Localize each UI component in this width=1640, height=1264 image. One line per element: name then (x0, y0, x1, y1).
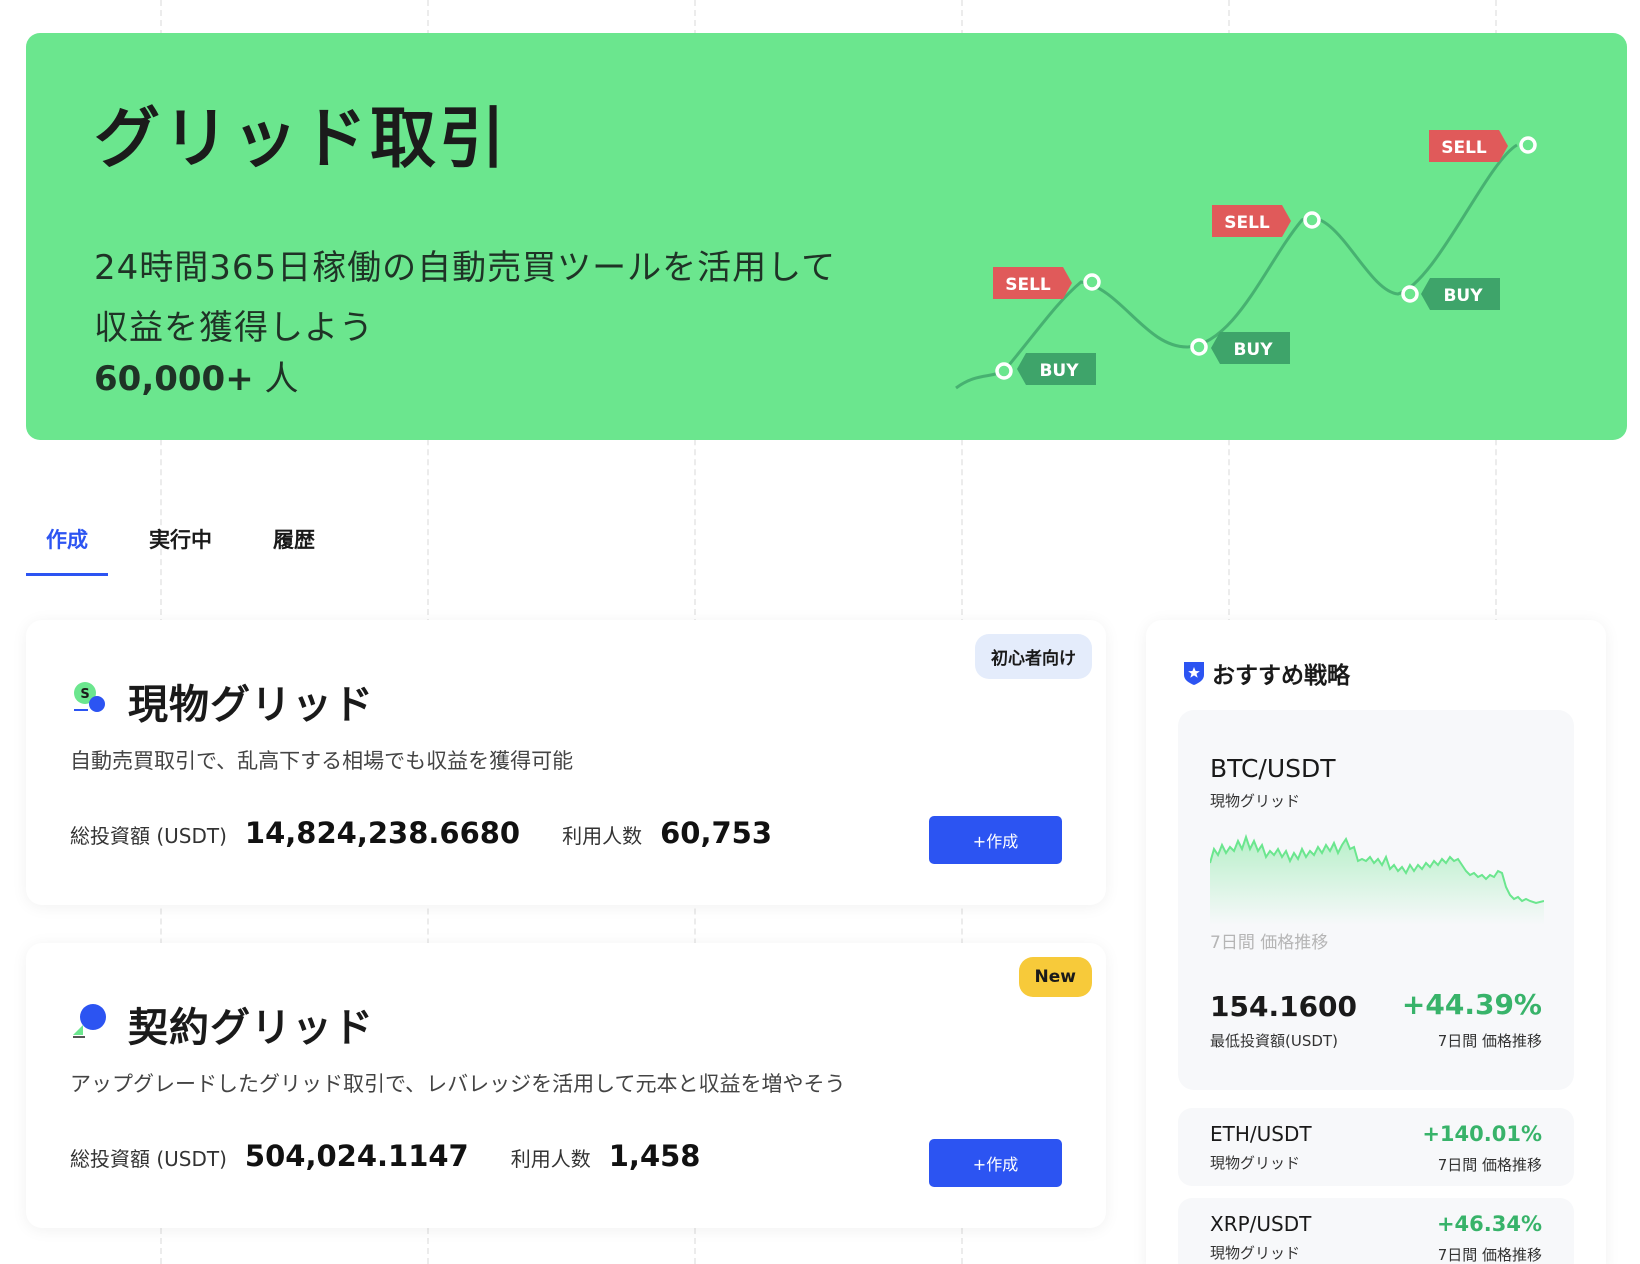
futures-grid-icon (73, 1004, 106, 1038)
buy-tag-label: BUY (1443, 286, 1483, 306)
strategy-item-xrp[interactable]: XRP/USDT 現物グリッド +46.34% 7日間 価格推移 (1178, 1198, 1574, 1264)
price-change: +140.01% (1422, 1122, 1542, 1146)
strategy-type: 現物グリッド (1210, 1154, 1301, 1172)
recommended-heading-label: おすすめ戦略 (1212, 663, 1350, 689)
hero-title: グリッド取引 (94, 100, 508, 177)
card-stats: 総投資額 (USDT) 14,824,238.6680 利用人数 60,753 (70, 816, 814, 850)
price-change: +44.39% (1401, 988, 1542, 1021)
grid-illustration: SELL SELL SELL BUY BUY BUY (955, 130, 1537, 390)
buy-tag: BUY (1017, 353, 1096, 385)
chart-caption: 7日間 価格推移 (1210, 933, 1329, 953)
grid-node (1190, 338, 1208, 356)
total-invest-label: 総投資額 (USDT) (70, 824, 227, 848)
buy-tag-label: BUY (1233, 340, 1273, 360)
users-value: 60,753 (660, 816, 773, 850)
buy-tag: BUY (1211, 332, 1290, 364)
user-count-unit: 人 (253, 359, 299, 399)
sparkline-area (1210, 837, 1544, 925)
users-label: 利用人数 (510, 1147, 591, 1171)
new-badge: New (1018, 957, 1092, 997)
users-value: 1,458 (608, 1139, 701, 1173)
price-sparkline (1210, 833, 1544, 925)
strategy-type: 現物グリッド (1210, 1244, 1301, 1262)
price-change: +46.34% (1436, 1212, 1542, 1236)
sell-tag: SELL (993, 267, 1072, 299)
total-invest-label: 総投資額 (USDT) (70, 1147, 227, 1171)
create-futures-grid-button[interactable]: +作成 (929, 1139, 1062, 1187)
hero-subtitle-line2: 収益を獲得しよう (94, 308, 374, 348)
strategy-tabs: 作成 実行中 履歴 (26, 510, 356, 576)
create-spot-grid-button[interactable]: +作成 (929, 816, 1062, 864)
sell-tag-label: SELL (1441, 138, 1487, 158)
pair-name: ETH/USDT (1210, 1122, 1312, 1146)
hero-user-count: 60,000+ 人 (94, 351, 299, 400)
total-invest-value: 14,824,238.6680 (244, 816, 521, 850)
grid-node (1401, 285, 1419, 303)
grid-node (1519, 136, 1537, 154)
tab-create[interactable]: 作成 (26, 510, 108, 576)
spot-grid-icon: S (74, 682, 105, 712)
card-title: 契約グリッド (128, 1005, 374, 1051)
card-description: 自動売買取引で、乱高下する相場でも収益を獲得可能 (70, 749, 574, 773)
buy-tag-label: BUY (1039, 361, 1079, 381)
min-invest-label: 最低投資額(USDT) (1210, 1032, 1338, 1050)
total-invest-value: 504,024.1147 (244, 1139, 469, 1173)
tab-history[interactable]: 履歴 (253, 510, 335, 576)
price-change-label: 7日間 価格推移 (1437, 1156, 1542, 1174)
sell-tag-label: SELL (1005, 275, 1051, 295)
hero-subtitle: 24時間365日稼働の自動売買ツールを活用して 収益を獲得しよう (94, 238, 836, 358)
hero-subtitle-line1: 24時間365日稼働の自動売買ツールを活用して (94, 248, 837, 288)
min-invest-value: 154.1600 (1210, 990, 1358, 1023)
pair-name: BTC/USDT (1210, 754, 1336, 783)
strategy-item-eth[interactable]: ETH/USDT 現物グリッド +140.01% 7日間 価格推移 (1178, 1108, 1574, 1186)
grid-node (995, 362, 1013, 380)
sell-tag-label: SELL (1224, 213, 1270, 233)
users-label: 利用人数 (562, 824, 643, 848)
svg-text:S: S (80, 687, 89, 702)
featured-strategy-btc[interactable]: BTC/USDT 現物グリッド 7日間 価格推移 154.1600 最低投資額(… (1178, 710, 1574, 1090)
strategy-type: 現物グリッド (1210, 792, 1301, 810)
pair-name: XRP/USDT (1210, 1212, 1312, 1236)
grid-node (1083, 273, 1101, 291)
futures-grid-card[interactable]: New 契約グリッド アップグレードしたグリッド取引で、レバレッジを活用して元本… (26, 943, 1106, 1228)
recommended-heading: おすすめ戦略 (1182, 656, 1350, 690)
buy-tag: BUY (1421, 278, 1500, 310)
shield-star-icon (1184, 662, 1204, 685)
recommended-strategies-panel: おすすめ戦略 BTC/USDT 現物グリッド 7日間 価格推移 154.1600… (1146, 620, 1606, 1264)
card-stats: 総投資額 (USDT) 504,024.1147 利用人数 1,458 (70, 1139, 742, 1173)
user-count-value: 60,000+ (94, 359, 254, 399)
hero-banner: グリッド取引 24時間365日稼働の自動売買ツールを活用して 収益を獲得しよう … (26, 33, 1627, 440)
grid-node (1303, 211, 1321, 229)
tab-running[interactable]: 実行中 (129, 510, 232, 576)
card-title: 現物グリッド (128, 682, 374, 728)
price-change-label: 7日間 価格推移 (1437, 1246, 1542, 1264)
spot-grid-card[interactable]: 初心者向け S 現物グリッド 自動売買取引で、乱高下する相場でも収益を獲得可能 … (26, 620, 1106, 905)
beginner-badge: 初心者向け (975, 634, 1092, 679)
card-description: アップグレードしたグリッド取引で、レバレッジを活用して元本と収益を増やそう (70, 1072, 846, 1096)
price-change-label: 7日間 価格推移 (1437, 1032, 1542, 1050)
sell-tag: SELL (1212, 205, 1291, 237)
sell-tag: SELL (1429, 130, 1508, 162)
